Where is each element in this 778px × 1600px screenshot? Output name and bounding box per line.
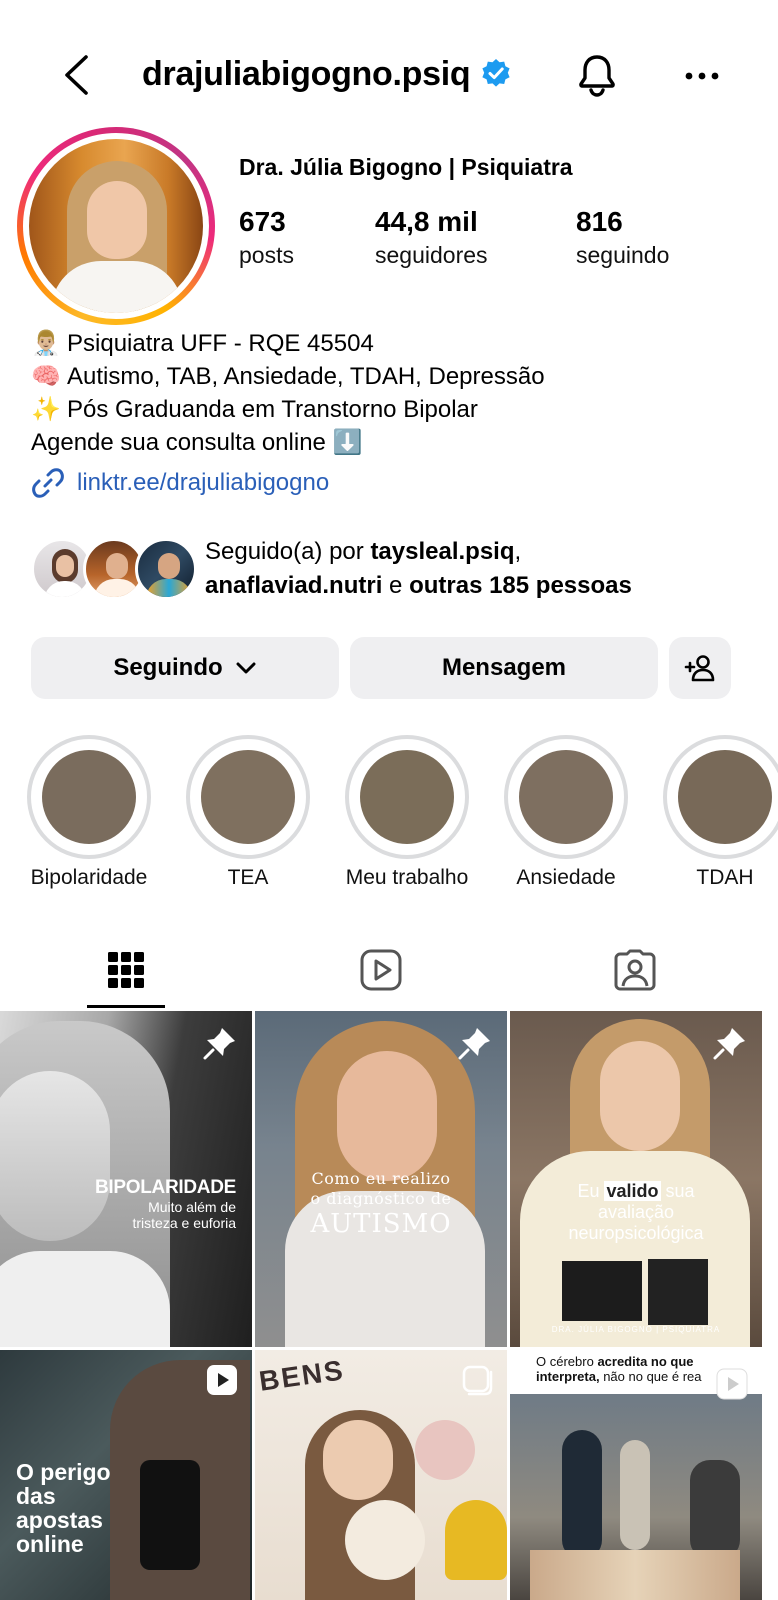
display-name: Dra. Júlia Bigogno | Psiquiatra [239,154,573,180]
post-subtitle: AUTISMO [310,1209,452,1239]
highlight-meu-trabalho[interactable]: Meu trabalho [345,735,469,889]
highlight-cover [360,750,454,844]
posts-count: 673 [239,206,286,237]
active-tab-indicator [87,1005,165,1008]
chevron-left-icon [65,55,88,95]
verified-badge-icon [482,59,510,87]
followed-by-text[interactable]: Seguido(a) por taysleal.psiq, anaflaviad… [205,535,745,603]
grid-post-4[interactable]: O perigo das apostas online [0,1350,252,1600]
bio-text: Agende sua consulta online ⬇️ [31,429,363,456]
tab-tagged[interactable] [596,937,674,1003]
grid-post-6[interactable]: O cérebro acredita no que interpreta, nã… [510,1350,762,1600]
post-title: O cérebro acredita no que interpreta, nã… [536,1354,702,1384]
bio-text: Pós Graduanda em Transtorno Bipolar [67,396,478,423]
tagged-person-icon [614,949,656,991]
profile-bio: 👨🏼‍⚕️ Psiquiatra UFF - RQE 45504 🧠 Autis… [31,327,545,459]
profile-avatar [29,139,203,313]
tab-reels[interactable] [342,937,420,1003]
profile-link[interactable]: linktr.ee/drajuliabigogno [31,466,329,500]
following-button-label: Seguindo [113,654,223,681]
brain-emoji-icon: 🧠 [31,363,61,390]
following-label: seguindo [576,242,670,268]
doctor-emoji-icon: 👨🏼‍⚕️ [31,330,61,357]
post-title: O perigo das apostas online [16,1459,111,1557]
mutual-user-2[interactable]: anaflaviad.nutri [205,572,382,599]
followers-stat[interactable]: 44,8 mil seguidores [375,206,488,269]
grid-post-2[interactable]: Como eu realizo o diagnóstico de AUTISMO [255,1011,507,1347]
bio-line: ✨ Pós Graduanda em Transtorno Bipolar [31,393,545,426]
highlight-bipolaridade[interactable]: Bipolaridade [27,735,151,889]
tab-posts-grid[interactable] [87,937,165,1003]
profile-link-text: linktr.ee/drajuliabigogno [77,469,330,496]
highlight-cover [519,750,613,844]
profile-header: drajuliabigogno.psiq [0,40,778,110]
reels-icon [360,949,402,991]
grid-post-3[interactable]: Eu valido sua avaliação neuropsicológica… [510,1011,762,1347]
mutual-others[interactable]: outras 185 pessoas [409,572,632,599]
highlight-ansiedade[interactable]: Ansiedade [504,735,628,889]
post-subtitle: Muito além de tristeza e euforia [132,1199,237,1231]
following-stat[interactable]: 816 seguindo [576,206,669,269]
back-button[interactable] [56,52,96,98]
grid-icon [108,952,144,988]
highlight-tea[interactable]: TEA [186,735,310,889]
bio-line: Agende sua consulta online ⬇️ [31,426,545,459]
link-icon [32,468,64,498]
profile-avatar-story-ring[interactable] [17,127,215,325]
highlight-cover [42,750,136,844]
more-dots-icon [685,72,719,80]
post-title: Como eu realizo o diagnóstico de [310,1169,452,1208]
bio-line: 🧠 Autismo, TAB, Ansiedade, TDAH, Depress… [31,360,545,393]
bio-line: 👨🏼‍⚕️ Psiquiatra UFF - RQE 45504 [31,327,545,360]
following-count: 816 [576,206,623,237]
mutual-followers-avatars[interactable] [31,538,197,602]
post-title: BENS [257,1354,347,1397]
followers-count: 44,8 mil [375,206,478,237]
highlight-label: Bipolaridade [30,866,148,889]
post-footer: DRA. JÚLIA BIGOGNO | PSIQUIATRA [551,1325,721,1334]
highlight-cover [201,750,295,844]
mutual-avatar [135,538,197,600]
highlight-label: TEA [227,866,269,889]
highlight-cover [678,750,772,844]
username-title: drajuliabigogno.psiq [142,54,512,94]
add-person-icon [684,655,715,682]
highlight-label: TDAH [696,866,754,889]
post-title: BIPOLARIDADE [94,1177,236,1198]
posts-stat[interactable]: 673 posts [239,206,294,269]
pin-icon [458,1028,490,1060]
bio-text: Autismo, TAB, Ansiedade, TDAH, Depressão [67,363,545,390]
pin-icon [203,1028,235,1060]
reel-icon [462,1365,493,1396]
highlight-label: Ansiedade [516,866,616,889]
bell-icon [579,55,615,97]
bio-text: Psiquiatra UFF - RQE 45504 [67,330,374,357]
username: drajuliabigogno.psiq [142,54,471,93]
pin-icon [713,1028,745,1060]
grid-post-5[interactable]: BENS [255,1350,507,1600]
following-button[interactable]: Seguindo [31,637,339,699]
highlight-tdah[interactable]: TDAH [663,735,778,889]
suggest-users-button[interactable] [669,637,731,699]
posts-label: posts [239,242,294,268]
more-options-button[interactable] [680,54,724,98]
sparkles-emoji-icon: ✨ [31,396,61,423]
grid-post-1[interactable]: BIPOLARIDADE Muito além de tristeza e eu… [0,1011,252,1347]
notifications-button[interactable] [574,52,620,98]
message-button[interactable]: Mensagem [350,637,658,699]
followers-label: seguidores [375,242,488,268]
message-button-label: Mensagem [441,654,567,681]
chevron-down-icon [236,662,256,674]
reel-icon [207,1365,237,1395]
highlight-label: Meu trabalho [345,866,469,889]
mutual-user-1[interactable]: taysleal.psiq [370,538,514,565]
